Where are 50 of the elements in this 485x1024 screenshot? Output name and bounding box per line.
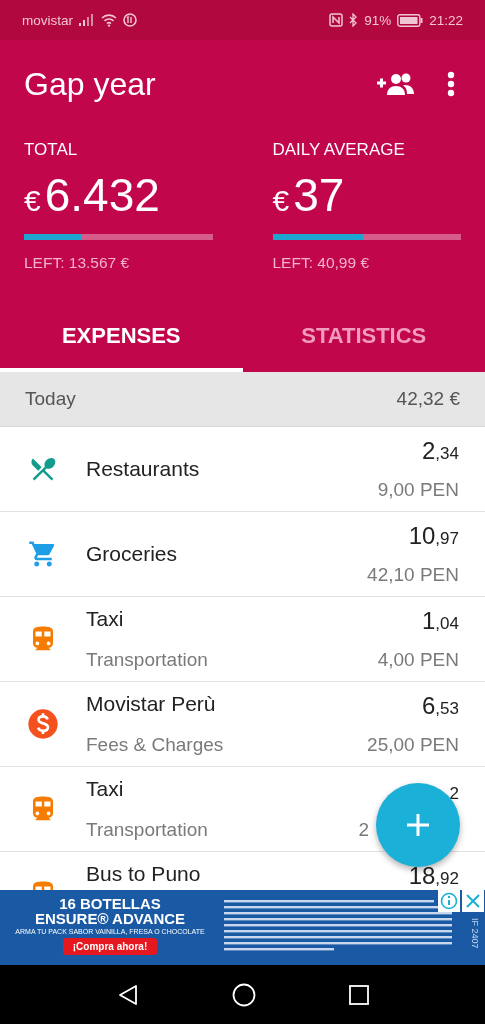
expense-title: Taxi xyxy=(86,607,125,631)
expense-title: Movistar Perù xyxy=(86,692,217,716)
remaining-amount: LEFT: 13.567 € xyxy=(24,254,131,272)
battery-icon xyxy=(397,13,424,27)
currency-symbol: € xyxy=(24,184,41,218)
nfc-icon xyxy=(329,13,344,27)
ad-product: ENSURE® ADVANCE xyxy=(34,911,186,926)
original-amount: 9,00 PEN xyxy=(377,479,459,501)
original-amount: 2 xyxy=(358,819,369,841)
summary-label: DAILY AVERAGE xyxy=(272,140,406,160)
battery-percent: 91% xyxy=(364,12,392,28)
bluetooth-icon xyxy=(349,13,359,27)
expense-amount: 18,92 xyxy=(408,862,459,890)
original-amount: 42,10 PEN xyxy=(367,564,459,586)
remaining-amount: LEFT: 40,99 € xyxy=(272,254,370,272)
wifi-icon xyxy=(101,13,117,27)
expense-title: Groceries xyxy=(86,542,179,566)
carrier-name: movistar xyxy=(22,12,73,28)
ad-headline: 16 BOTELLAS xyxy=(59,896,161,911)
plus-icon xyxy=(405,812,431,838)
summary-amount: 6.432 xyxy=(44,168,160,222)
currency-symbol: € xyxy=(272,184,290,218)
expense-amount: 1,04 xyxy=(422,607,459,635)
expense-title: Restaurants xyxy=(86,457,201,481)
expense-amount: 2 xyxy=(449,783,459,805)
data-saver-icon xyxy=(123,13,137,27)
day-total: 42,32 € xyxy=(396,388,460,410)
recent-apps-icon[interactable] xyxy=(348,984,369,1005)
original-amount: 25,00 PEN xyxy=(367,734,459,756)
summary-label: TOTAL xyxy=(24,140,79,160)
back-icon[interactable] xyxy=(116,983,139,1006)
day-label: Today xyxy=(25,388,76,410)
buy-now-button[interactable]: ¡Compra ahora! xyxy=(62,938,158,955)
summary-amount: 37 xyxy=(293,168,345,222)
expense-category: Transportation xyxy=(86,649,209,671)
ad-code: IF 2407 xyxy=(470,918,480,949)
signal-icon xyxy=(79,14,95,26)
expense-title: Taxi xyxy=(86,777,125,801)
clock: 21:22 xyxy=(429,12,463,28)
expense-category: Transportation xyxy=(86,819,209,841)
info-icon[interactable] xyxy=(438,890,460,912)
expense-category: Fees & Charges xyxy=(86,734,225,756)
home-icon[interactable] xyxy=(231,982,256,1007)
expense-title: Bus to Puno xyxy=(86,862,202,886)
original-amount: 4,00 PEN xyxy=(377,649,459,671)
expense-amount: 6,53 xyxy=(422,692,459,720)
close-icon[interactable] xyxy=(462,890,484,912)
expense-amount: 10,97 xyxy=(408,522,459,550)
expense-amount: 2,34 xyxy=(422,437,459,465)
app-title: Gap year xyxy=(24,65,157,103)
